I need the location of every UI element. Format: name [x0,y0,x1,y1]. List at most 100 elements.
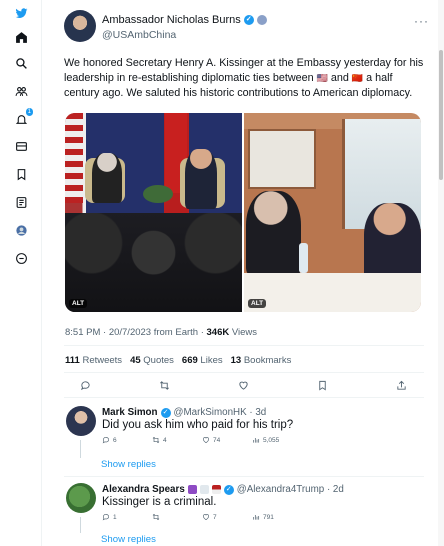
reply-text: Kissinger is a criminal. [102,496,217,508]
author-avatar[interactable] [64,10,96,42]
reply-count: 6 [113,436,117,444]
communities-icon[interactable] [14,84,28,98]
divider [64,476,424,477]
reply-like-action[interactable]: 7 [202,513,252,521]
reply-actions: 6 4 74 5,055 [102,436,302,444]
bookmarks-label: Bookmarks [241,355,292,366]
photo-kissinger [246,191,301,276]
author-name[interactable]: Ambassador Nicholas Burns [102,14,241,26]
verified-icon: ✓ [223,484,234,495]
photo-person-right [185,149,217,209]
divider [64,397,424,398]
reply-actions: 1 7 791 [102,513,302,521]
views-count: 346K [206,327,230,338]
flag-emoji-icon [199,485,209,494]
messages-icon[interactable] [14,139,28,153]
us-flag-icon: 🇺🇸 [316,73,328,83]
like-count: 74 [213,436,221,444]
tweet-photo-2[interactable]: ALT [244,113,421,312]
thread-line [80,517,81,533]
retweets-label: Retweets [79,355,123,366]
reply-author-name[interactable]: Mark Simon [102,407,158,418]
reply-author-name[interactable]: Alexandra Spears [102,484,185,495]
reply-header: Alexandra Spears ✓ @Alexandra4Trump · 2d [102,484,344,495]
retweet-count: 4 [163,436,167,444]
lists-icon[interactable] [14,195,28,209]
photo-audience [65,213,242,312]
scrollbar-thumb[interactable] [439,50,443,180]
photo-bottle [299,243,308,273]
tweet-stats: 111 Retweets 45 Quotes 669 Likes 13 Book… [65,355,291,366]
reply-header: Mark Simon ✓ @MarkSimonHK · 3d [102,407,266,418]
photo-ambassador [364,203,421,283]
reply-views-action[interactable]: 5,055 [252,436,302,444]
likes-count: 669 [181,355,198,366]
retweets-stat[interactable]: 111 Retweets [65,355,122,366]
notification-badge: 1 [25,108,33,116]
quotes-stat[interactable]: 45 Quotes [130,355,174,366]
notifications-icon[interactable]: 1 [14,108,33,126]
bookmarks-nav-icon[interactable] [14,167,28,181]
reply-avatar[interactable] [66,406,96,436]
photo-framed-picture [248,129,316,189]
more-options-icon[interactable] [14,251,28,265]
reply-author-handle[interactable]: @Alexandra4Trump · 2d [237,484,344,495]
reply-retweet-action[interactable] [152,513,202,521]
photo-flag-red [65,113,83,203]
share-icon[interactable] [394,378,408,392]
scrollbar[interactable] [438,0,444,546]
thread-line [80,440,81,458]
divider [64,372,424,373]
reply-icon[interactable] [78,378,92,392]
profile-icon[interactable] [14,223,28,237]
alt-badge-1[interactable]: ALT [69,299,88,308]
tweet-meta: 8:51 PM · 20/7/2023 from Earth · 346K Vi… [65,327,257,338]
reply-count: 1 [113,513,117,521]
likes-stat[interactable]: 669 Likes [182,355,223,366]
affiliation-badge-icon [256,15,267,25]
show-replies-link[interactable]: Show replies [101,459,156,470]
photo-plants [143,185,173,203]
tweet-photo-1[interactable]: ALT [65,113,242,312]
divider [64,345,424,346]
verified-icon: ✓ [243,15,254,25]
reply-avatar[interactable] [66,483,96,513]
tweet-text: We honored Secretary Henry A. Kissinger … [64,56,424,101]
cross-emoji-icon [187,485,197,494]
reply-like-action[interactable]: 74 [202,436,252,444]
view-count: 791 [263,513,274,521]
reply-views-action[interactable]: 791 [252,513,302,521]
reply-reply-action[interactable]: 6 [102,436,152,444]
home-icon[interactable] [14,30,28,44]
tweet-text-part2: and [327,72,352,84]
author-handle[interactable]: @USAmbChina [102,29,176,41]
twitter-logo-icon[interactable] [14,6,28,20]
bookmark-icon[interactable] [315,378,329,392]
views-label: Views [229,327,258,338]
retweets-count: 111 [65,355,80,366]
retweet-icon[interactable] [157,378,171,392]
reply-text: Did you ask him who paid for his trip? [102,419,294,431]
tweet-actions [78,378,408,392]
bookmarks-count: 13 [230,355,242,366]
like-icon[interactable] [236,378,250,392]
china-flag-icon: 🇨🇳 [351,73,364,83]
tweet-timestamp[interactable]: 8:51 PM · 20/7/2023 from Earth · [65,327,207,338]
us-flag-emoji-icon [211,485,221,494]
like-count: 7 [213,513,217,521]
bookmarks-stat[interactable]: 13 Bookmarks [231,355,292,366]
reply-reply-action[interactable]: 1 [102,513,152,521]
quotes-label: Quotes [140,355,174,366]
view-count: 5,055 [263,436,280,444]
sidebar-nav: 1 [0,0,42,546]
reply-author-handle[interactable]: @MarkSimonHK · 3d [174,407,267,418]
verified-icon: ✓ [160,407,171,418]
author-name-row[interactable]: Ambassador Nicholas Burns ✓ [102,14,267,26]
quotes-count: 45 [130,355,141,366]
reply-retweet-action[interactable]: 4 [152,436,202,444]
likes-label: Likes [197,355,223,366]
show-replies-link[interactable]: Show replies [101,534,156,545]
alt-badge-2[interactable]: ALT [248,299,267,308]
search-icon[interactable] [14,56,28,70]
more-menu-icon[interactable]: ··· [414,14,429,28]
